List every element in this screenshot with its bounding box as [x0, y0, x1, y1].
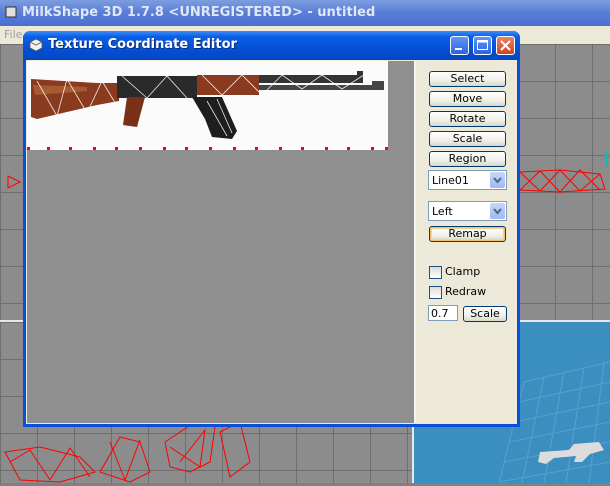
- texture-image: .: [27, 61, 388, 150]
- milkshape-icon: [5, 6, 17, 18]
- maximize-button[interactable]: [473, 36, 492, 55]
- group-combo-value: Line01: [432, 174, 469, 187]
- uv-vertex-row: [27, 147, 388, 150]
- scale-value-input[interactable]: [428, 305, 458, 321]
- scale-button[interactable]: Scale: [429, 131, 506, 147]
- scale-apply-button[interactable]: Scale: [463, 306, 507, 322]
- maximize-icon: [477, 40, 488, 50]
- dialog-body: . Select Move Rotate Scale Region Line01…: [26, 60, 517, 424]
- app-title: MilkShape 3D 1.7.8 <UNREGISTERED> - unti…: [22, 5, 376, 20]
- clamp-checkbox[interactable]: [429, 266, 442, 279]
- menu-file[interactable]: File: [4, 28, 22, 41]
- dialog-cube-icon: [29, 38, 43, 52]
- close-icon: [500, 40, 511, 51]
- rotate-button[interactable]: Rotate: [429, 111, 506, 127]
- move-button[interactable]: Move: [429, 91, 506, 107]
- clamp-label: Clamp: [445, 265, 481, 278]
- direction-combo-value: Left: [432, 205, 453, 218]
- uv-canvas[interactable]: .: [27, 61, 416, 423]
- texture-coordinate-editor-dialog: Texture Coordinate Editor . Select Move …: [23, 31, 520, 427]
- select-button[interactable]: Select: [429, 71, 506, 87]
- group-combo[interactable]: Line01: [428, 170, 507, 190]
- minimize-icon: [455, 48, 462, 50]
- dialog-title: Texture Coordinate Editor: [48, 37, 237, 52]
- rifle-texture-picture: .: [31, 71, 384, 147]
- close-button[interactable]: [496, 36, 515, 55]
- redraw-label: Redraw: [445, 285, 487, 298]
- minimize-button[interactable]: [450, 36, 469, 55]
- region-button[interactable]: Region: [429, 151, 506, 167]
- direction-combo[interactable]: Left: [428, 201, 507, 221]
- chevron-down-icon[interactable]: [490, 172, 505, 188]
- remap-button[interactable]: Remap: [429, 226, 506, 242]
- chevron-down-icon[interactable]: [490, 203, 505, 219]
- app-title-bar: MilkShape 3D 1.7.8 <UNREGISTERED> - unti…: [0, 0, 610, 26]
- redraw-checkbox[interactable]: [429, 286, 442, 299]
